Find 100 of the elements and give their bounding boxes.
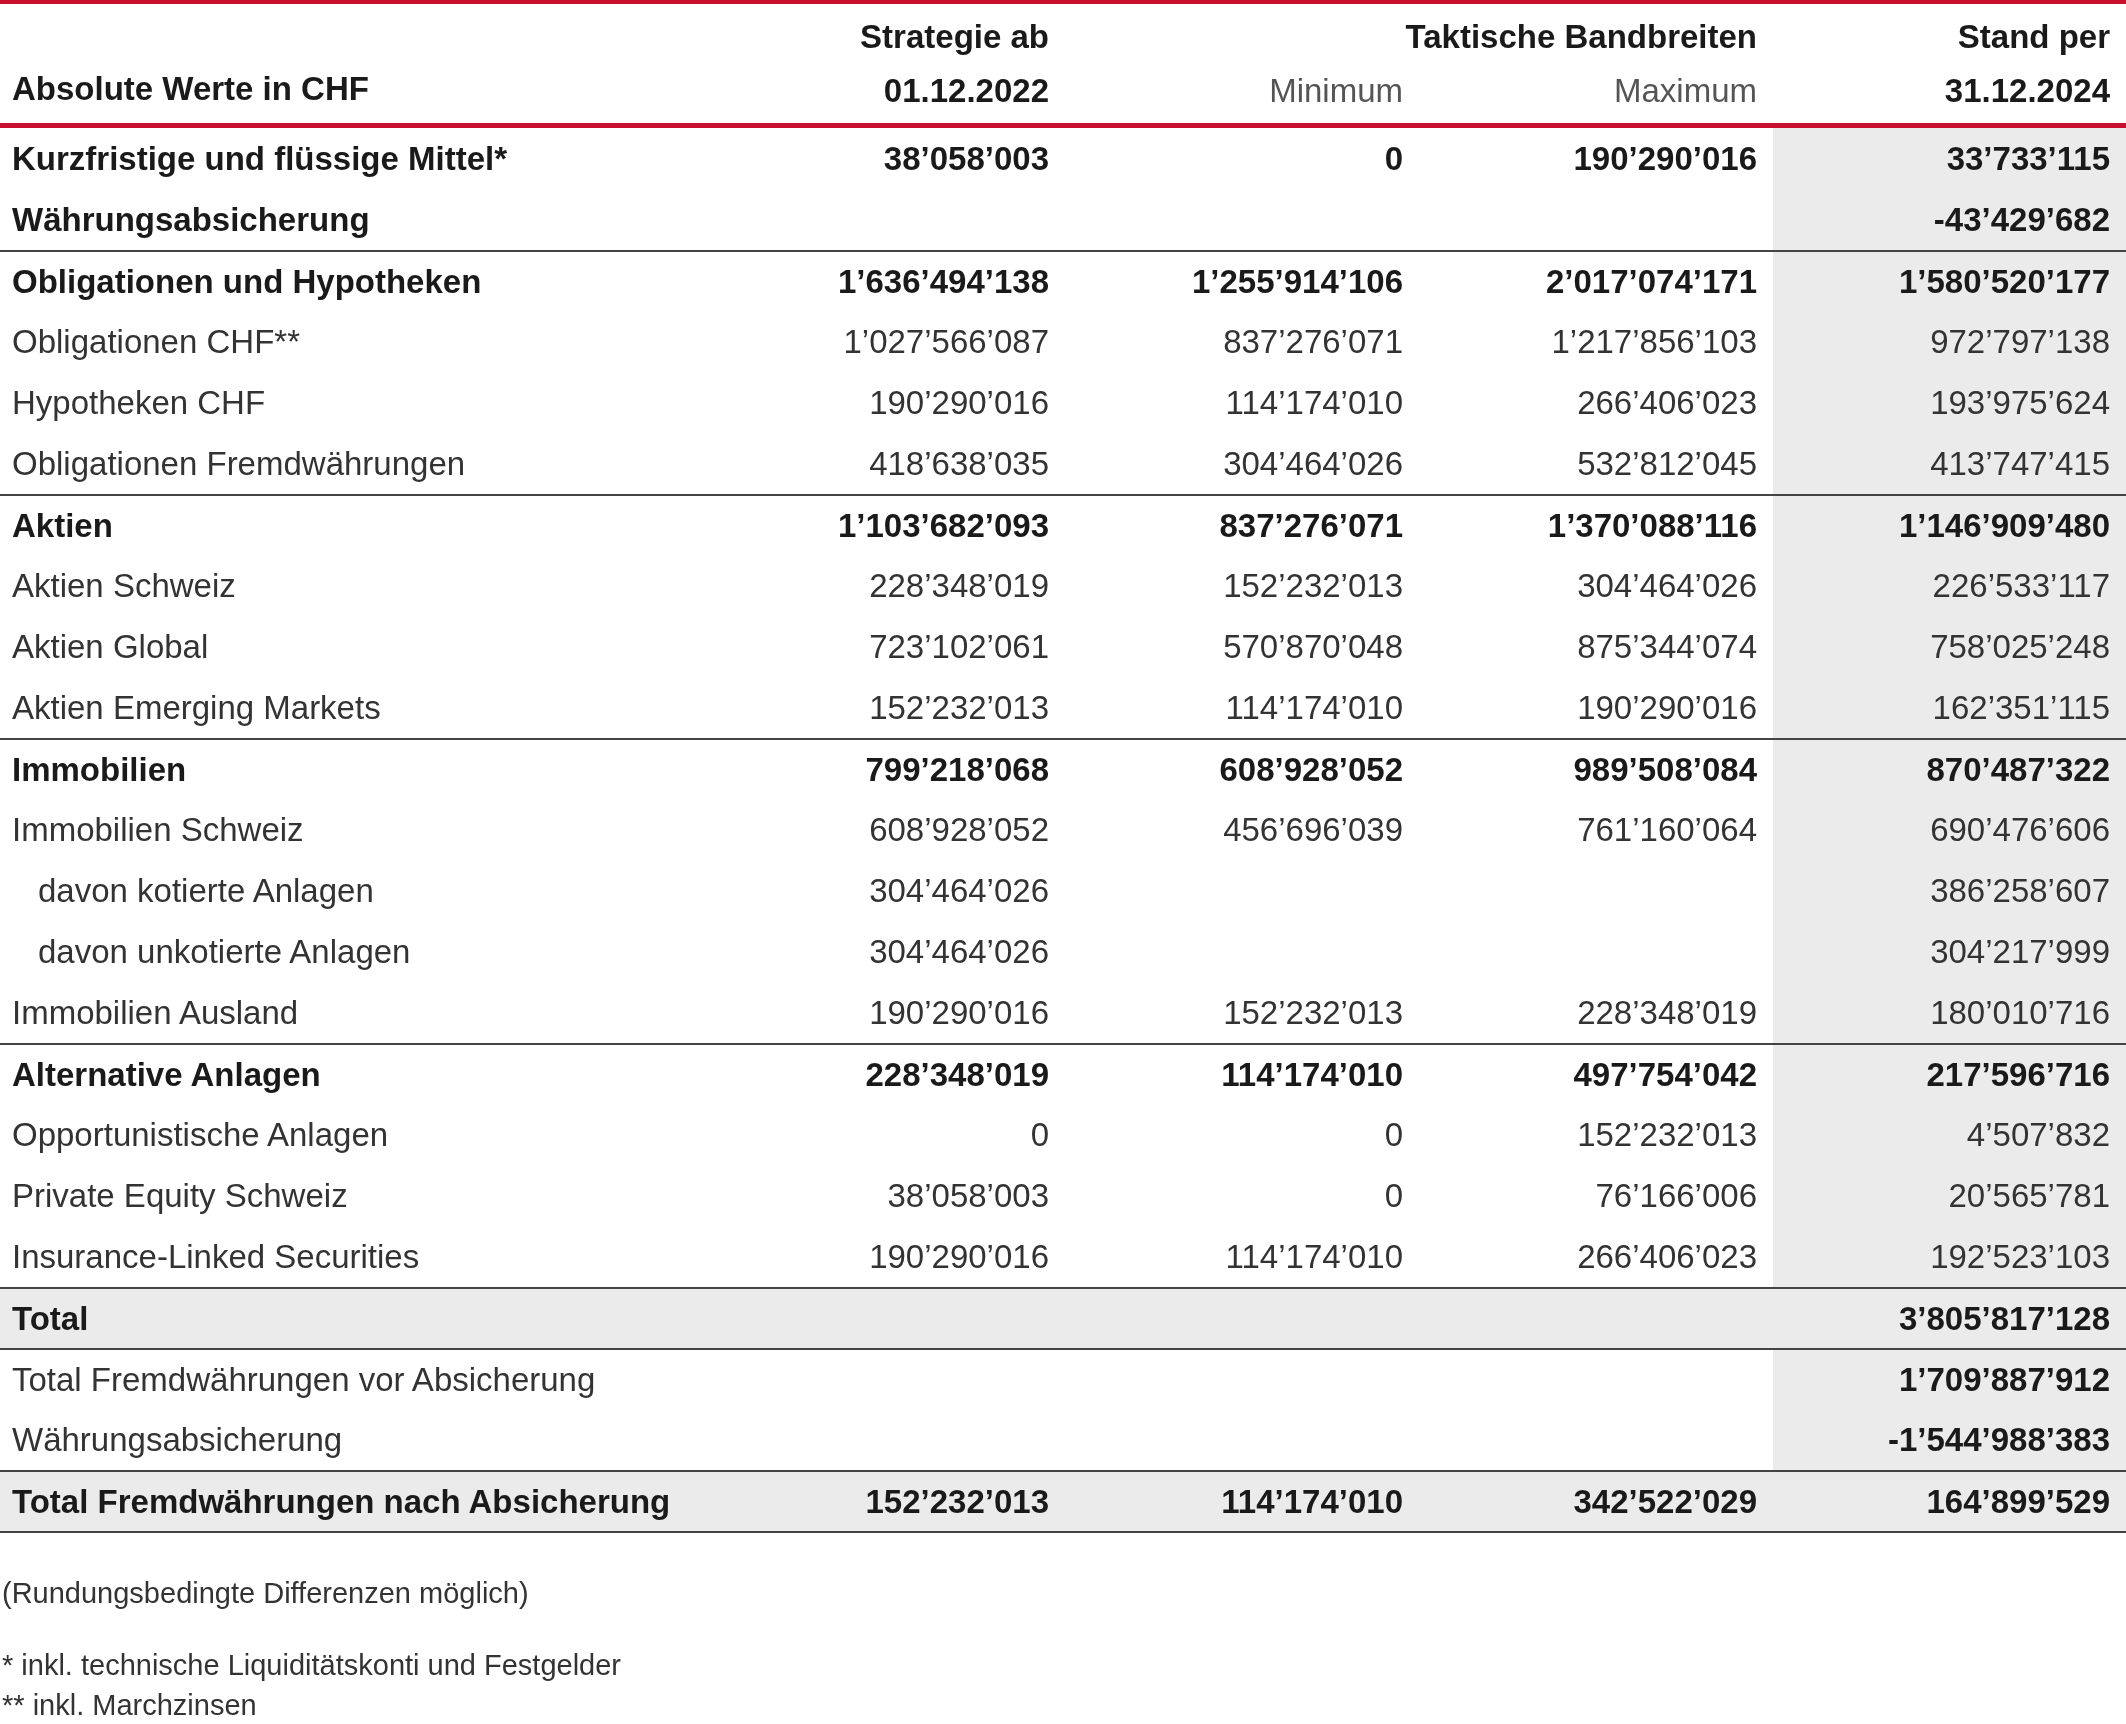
table-cell-text: 723’102’061 bbox=[869, 626, 1049, 667]
table-cell-text: 608’928’052 bbox=[869, 809, 1049, 850]
table-cell-text: 1’103’682’093 bbox=[837, 505, 1049, 546]
table-cell-text: 532’812’045 bbox=[1577, 443, 1757, 484]
table-cell-text: 418’638’035 bbox=[869, 443, 1049, 484]
table-cell-text: 266’406’023 bbox=[1577, 382, 1757, 423]
table-cell-text: 152’232’013 bbox=[1223, 565, 1403, 606]
row-label: Währungsabsicherung bbox=[11, 199, 370, 240]
row-label: Aktien Schweiz bbox=[11, 565, 236, 606]
table-cell-text: 497’754’042 bbox=[1573, 1054, 1757, 1095]
table-cell-text: 38’058’003 bbox=[883, 138, 1049, 179]
table-cell-text: 266’406’023 bbox=[1577, 1236, 1757, 1277]
table-cell-text: 837’276’071 bbox=[1219, 505, 1403, 546]
row-label: Alternative Anlagen bbox=[11, 1054, 321, 1095]
header-cell-text: Minimum bbox=[1268, 71, 1404, 111]
row-label: Immobilien Ausland bbox=[11, 992, 299, 1033]
table-cell-text: 114’174’010 bbox=[1225, 687, 1403, 728]
table-cell-text: 114’174’010 bbox=[1225, 382, 1403, 423]
table-cell-text: 304’217’999 bbox=[1930, 931, 2110, 972]
table-cell-text: 875’344’074 bbox=[1577, 626, 1757, 667]
row-label: davon unkotierte Anlagen bbox=[37, 931, 411, 972]
row-label: Aktien Emerging Markets bbox=[11, 687, 381, 728]
table-cell-text: 1’146’909’480 bbox=[1898, 505, 2110, 546]
row-label: Obligationen CHF** bbox=[11, 321, 300, 362]
header-cell-text: 01.12.2022 bbox=[883, 71, 1049, 111]
row-label: Hypotheken CHF bbox=[11, 382, 266, 423]
table-cell-text: 761’160’064 bbox=[1577, 809, 1757, 850]
row-label: Kurzfristige und flüssige Mittel* bbox=[11, 138, 508, 179]
table-cell-text: 190’290’016 bbox=[1573, 138, 1757, 179]
table-cell-text: 342’522’029 bbox=[1573, 1481, 1757, 1522]
table-cell-text: 162’351’115 bbox=[1932, 687, 2110, 728]
table-cell-text: -43’429’682 bbox=[1933, 199, 2110, 240]
table-cell-text: 226’533’117 bbox=[1932, 565, 2110, 606]
row-label: Total bbox=[11, 1298, 89, 1339]
table-cell-text: 0 bbox=[1384, 1114, 1403, 1155]
table-cell-text: 190’290’016 bbox=[1577, 687, 1757, 728]
table-cell-text: 20’565’781 bbox=[1948, 1175, 2110, 1216]
table-cell-text: 114’174’010 bbox=[1221, 1481, 1403, 1522]
table-cell-text: 114’174’010 bbox=[1221, 1054, 1403, 1095]
table-cell-text: 152’232’013 bbox=[869, 687, 1049, 728]
row-label: Währungsabsicherung bbox=[11, 1419, 343, 1460]
table-cell-text: 304’464’026 bbox=[1223, 443, 1403, 484]
table-cell-text: 304’464’026 bbox=[1577, 565, 1757, 606]
footnote: * inkl. technische Liquiditätskonti und Festgelder bbox=[2, 1648, 623, 1683]
table-cell-text: 386’258’607 bbox=[1930, 870, 2110, 911]
row-label: Obligationen und Hypotheken bbox=[11, 261, 482, 302]
table-cell-text: 1’255’914’106 bbox=[1191, 261, 1403, 302]
table-cell-text: 3’805’817’128 bbox=[1898, 1298, 2110, 1339]
row-label: Insurance-Linked Securities bbox=[11, 1236, 420, 1277]
table-cell-text: 190’290’016 bbox=[869, 1236, 1049, 1277]
table-cell-text: 152’232’013 bbox=[1577, 1114, 1757, 1155]
table-cell-text: 1’370’088’116 bbox=[1547, 505, 1757, 546]
table-cell-text: 190’290’016 bbox=[869, 382, 1049, 423]
table-cell-text: 304’464’026 bbox=[869, 931, 1049, 972]
table-cell-text: 228’348’019 bbox=[1577, 992, 1757, 1033]
table-cell-text: 190’290’016 bbox=[869, 992, 1049, 1033]
table-cell-text: 304’464’026 bbox=[869, 870, 1049, 911]
row-label: Aktien bbox=[11, 505, 113, 546]
table-cell-text: 1’636’494’138 bbox=[837, 261, 1049, 302]
table-cell-text: 1’027’566’087 bbox=[843, 321, 1049, 362]
table-cell-text: 217’596’716 bbox=[1926, 1054, 2110, 1095]
table-cell-text: 413’747’415 bbox=[1930, 443, 2110, 484]
table-cell-text: 0 bbox=[1384, 138, 1403, 179]
table-cell-text: 799’218’068 bbox=[865, 749, 1049, 790]
table-cell-text: 0 bbox=[1030, 1114, 1049, 1155]
header-cell-text: Maximum bbox=[1613, 71, 1758, 111]
table-cell-text: 38’058’003 bbox=[887, 1175, 1049, 1216]
header-cell-text: Absolute Werte in CHF bbox=[11, 68, 369, 109]
header-cell-text: 31.12.2024 bbox=[1944, 71, 2110, 111]
footnote: (Rundungsbedingte Differenzen möglich) bbox=[2, 1576, 530, 1611]
table-cell-text: 456’696’039 bbox=[1223, 809, 1403, 850]
row-label: Opportunistische Anlagen bbox=[11, 1114, 389, 1155]
table-cell-text: 193’975’624 bbox=[1930, 382, 2110, 423]
table-cell-text: 4’507’832 bbox=[1966, 1114, 2110, 1155]
table-cell-text: 570’870’048 bbox=[1223, 626, 1403, 667]
table-cell-text: 837’276’071 bbox=[1223, 321, 1403, 362]
table-cell-text: 608’928’052 bbox=[1219, 749, 1403, 790]
header-cell-text: Taktische Bandbreiten bbox=[1405, 17, 1757, 57]
footnote: ** inkl. Marchzinsen bbox=[2, 1688, 258, 1723]
table-cell-text: 180’010’716 bbox=[1930, 992, 2110, 1033]
table-cell-text: 972’797’138 bbox=[1930, 321, 2110, 362]
table-cell-text: 152’232’013 bbox=[865, 1481, 1049, 1522]
table-cell-text: 2’017’074’171 bbox=[1545, 261, 1757, 302]
row-label: davon kotierte Anlagen bbox=[37, 870, 374, 911]
table-cell-text: 164’899’529 bbox=[1926, 1481, 2110, 1522]
row-label: Immobilien Schweiz bbox=[11, 809, 304, 850]
table-cell-text: 192’523’103 bbox=[1930, 1236, 2110, 1277]
table-cell-text: 33’733’115 bbox=[1946, 138, 2110, 179]
table-cell-text: 690’476’606 bbox=[1930, 809, 2110, 850]
table-cell-text: 228’348’019 bbox=[865, 1054, 1049, 1095]
row-label: Aktien Global bbox=[11, 626, 209, 667]
table-cell-text: 76’166’006 bbox=[1595, 1175, 1757, 1216]
header-cell-text: Strategie ab bbox=[860, 17, 1049, 57]
table-cell-text: 228’348’019 bbox=[869, 565, 1049, 606]
table-cell-text: 870’487’322 bbox=[1926, 749, 2110, 790]
table-cell-text: -1’544’988’383 bbox=[1887, 1419, 2110, 1460]
table-cell-text: 1’580’520’177 bbox=[1898, 261, 2110, 302]
row-label: Private Equity Schweiz bbox=[11, 1175, 348, 1216]
table-cell-text: 0 bbox=[1384, 1175, 1403, 1216]
header-cell-text: Stand per bbox=[1957, 17, 2110, 57]
